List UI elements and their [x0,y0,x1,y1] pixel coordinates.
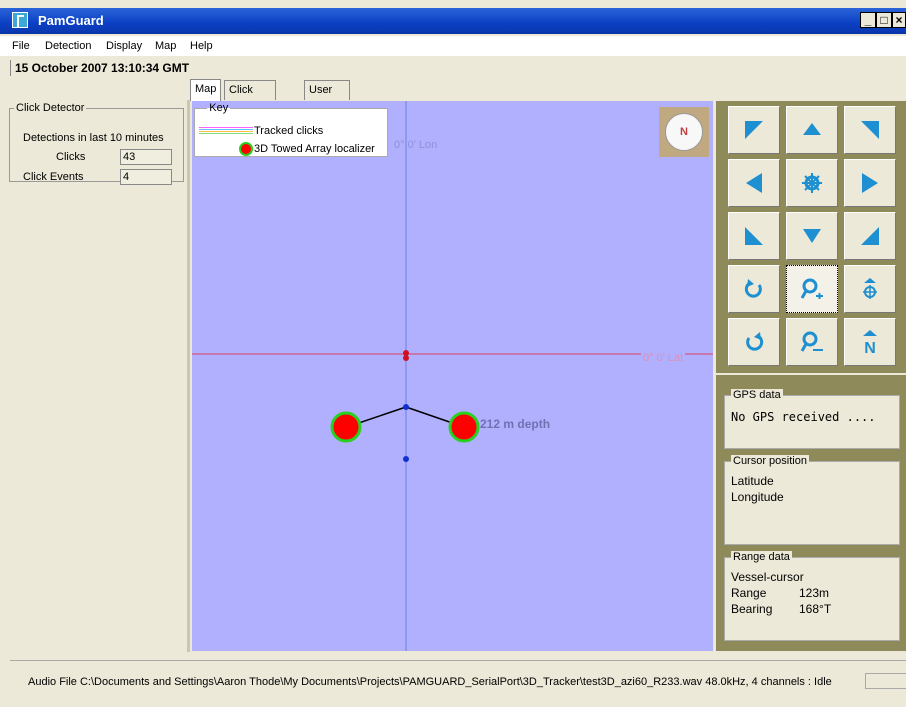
clicks-value: 43 [120,149,172,165]
tab-map[interactable]: Map [190,79,222,101]
pan-down-right-button[interactable] [844,212,896,260]
zoom-out-button[interactable] [786,318,838,366]
pan-up-right-button[interactable] [844,106,896,154]
rotate-counterclockwise-button[interactable] [728,318,780,366]
key-tracked-clicks: Tracked clicks [254,125,324,137]
cursor-position-title: Cursor position [731,455,809,467]
rotate-counterclockwise-icon [746,332,764,351]
range-value: 123m [799,586,830,600]
range-data-title: Range data [731,551,792,563]
compass-widget[interactable]: N [659,107,709,157]
tab-user-display-panel[interactable]: User Display panel [304,80,351,132]
gps-data-box: GPS data No GPS received .... [724,389,900,449]
click-events-label: Click Events [23,171,84,183]
pan-down-button[interactable] [786,212,838,260]
maximize-button[interactable]: □ [876,12,892,28]
latitude-label: 0° 0' Lat [641,352,686,364]
rotate-clockwise-icon [744,279,762,298]
bearing-label: Bearing [731,602,773,616]
hydrophone-marker [403,404,409,410]
status-bar: Audio File C:\Documents and Settings\Aar… [10,660,906,703]
rotate-clockwise-button[interactable] [728,265,780,313]
cursor-latitude-label: Latitude [731,474,774,488]
arrow-down-left-icon [745,227,763,245]
cursor-position-box: Cursor position Latitude Longitude [724,455,900,545]
info-panel: GPS data No GPS received .... Cursor pos… [716,375,906,651]
menu-display[interactable]: Display [106,40,142,52]
pan-up-left-button[interactable] [728,106,780,154]
menu-help[interactable]: Help [190,40,213,52]
arrow-down-icon [803,229,821,243]
click-detector-title: Click Detector [16,102,85,114]
map-canvas[interactable]: 0° 0' Lon 0° 0' Lat 212 m depth N [192,101,713,651]
center-ship-icon [802,173,822,193]
north-up-icon: N [863,330,877,355]
localizer-marker[interactable] [448,411,480,443]
ship-up-icon [863,278,877,299]
arrow-down-right-icon [861,227,879,245]
gps-data-title: GPS data [731,389,783,401]
cursor-longitude-label: Longitude [731,490,784,504]
click-detector-summary: Click Detector Detections in last 10 min… [9,102,184,185]
pan-left-button[interactable] [728,159,780,207]
menu-detection[interactable]: Detection [45,40,91,52]
map-graphics [192,101,713,651]
depth-label: 212 m depth [480,417,551,431]
north-up-button[interactable]: N [844,318,896,366]
tracked-clicks-swatch-icon [199,126,253,135]
menu-file[interactable]: File [12,40,30,52]
key-localizer: 3D Towed Array localizer [254,143,375,155]
arrow-right-icon [862,173,878,193]
arrow-up-left-icon [745,121,763,139]
date-time-display: 15 October 2007 13:10:34 GMT [10,60,189,76]
key-title: Key [209,102,229,114]
pan-right-button[interactable] [844,159,896,207]
localizer-marker[interactable] [330,411,362,443]
range-label: Range [731,586,767,600]
zoom-in-button[interactable] [786,265,838,313]
window-title: PamGuard [38,13,104,28]
gps-status-text: No GPS received .... [731,410,876,424]
bearing-value: 168°T [799,602,832,616]
click-events-value: 4 [120,169,172,185]
range-data-box: Range data Vessel-cursor Range 123m Bear… [724,551,900,641]
status-text: Audio File C:\Documents and Settings\Aar… [28,676,832,688]
map-key: Key Tracked clicks 3D Towed Array locali… [194,102,388,157]
pan-up-button[interactable] [786,106,838,154]
vessel-cursor-label: Vessel-cursor [731,570,804,584]
svg-text:N: N [864,340,876,355]
title-bar: PamGuard _ □ × [0,8,906,34]
panel-divider[interactable] [187,100,190,652]
arrow-up-icon [803,123,821,135]
longitude-label: 0° 0' Lon [394,139,438,151]
localizer-swatch-icon [239,142,253,156]
pamguard-logo-icon [12,12,28,28]
ship-heading-up-button[interactable] [844,265,896,313]
map-navigation-panel: N [716,101,906,373]
clicks-label: Clicks [56,151,86,163]
compass-rose-icon: N [665,113,703,151]
tab-click-detector[interactable]: Click Detector [224,80,276,114]
menu-map[interactable]: Map [155,40,176,52]
hydrophone-marker [403,456,409,462]
arrow-left-icon [746,173,762,193]
pan-down-left-button[interactable] [728,212,780,260]
arrow-up-right-icon [861,121,879,139]
zoom-in-icon [800,278,823,299]
vessel-marker [403,350,409,361]
status-progress-box [865,673,906,689]
minimize-button[interactable]: _ [860,12,876,28]
zoom-out-icon [800,331,823,352]
close-button[interactable]: × [892,12,906,28]
menu-bar: File Detection Display Map Help [0,36,906,56]
detections-subtitle: Detections in last 10 minutes [23,132,164,144]
center-on-ship-button[interactable] [786,159,838,207]
